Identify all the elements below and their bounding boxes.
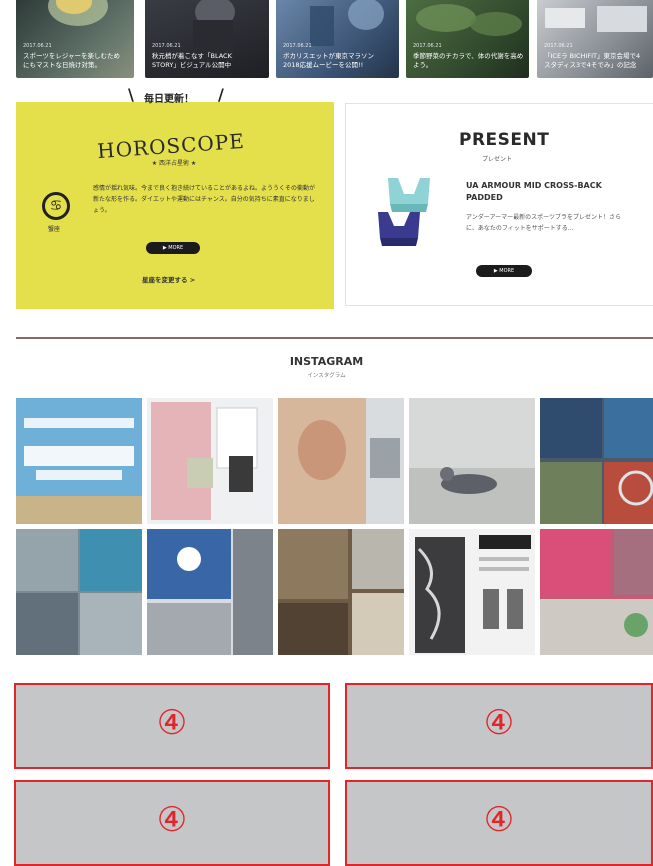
ad-number: ④ (156, 800, 188, 840)
article-title: ボカリスエットが東京マラソン 2018応援ムービーを公開!! (283, 52, 374, 69)
article-title: 「ICEラ BICHIFIT」東京会場で4 スタディス3で4そでみ」の記念 (544, 52, 641, 69)
sign-name: 蟹座 (48, 226, 61, 233)
ad-number: ④ (483, 800, 515, 840)
article-caption: 2017.06.21 ボカリスエットが東京マラソン 2018応援ムービーを公開!… (283, 42, 394, 70)
article-title: 秋元梢が着こなす「BLACK STORY」ビジュアル公開中 (152, 52, 232, 69)
horoscope-more-button[interactable]: ▶ MORE (146, 242, 200, 254)
ad-number: ④ (156, 703, 188, 743)
ad-placeholder[interactable]: ④ (14, 683, 330, 769)
instagram-image (409, 529, 535, 655)
present-product-name[interactable]: UA ARMOUR MID CROSS-BACK PADDED (466, 180, 636, 204)
ad-number: ④ (483, 703, 515, 743)
article-caption: 2017.06.21 秋元梢が着こなす「BLACK STORY」ビジュアル公開中 (152, 42, 264, 70)
ad-placeholder[interactable]: ④ (14, 780, 330, 866)
article-thumbnail-row: 2017.06.21 スポーツをレジャーを楽しむため にもマストな日焼け対策。 … (0, 0, 653, 78)
article-date: 2017.06.21 (413, 43, 442, 49)
article-thumbnail[interactable]: 2017.06.21 秋元梢が着こなす「BLACK STORY」ビジュアル公開中 (145, 0, 269, 78)
sign-symbol: ♋ (49, 198, 63, 214)
instagram-post[interactable] (540, 398, 653, 524)
horoscope-text: 感情が揺れ気味。今まで良く抱き続けていることがあるよね。よううくその衝動が新たな… (93, 185, 316, 214)
instagram-post[interactable] (409, 529, 535, 655)
instagram-post[interactable] (278, 529, 404, 655)
slash-decoration: \ (128, 85, 134, 104)
change-sign-link[interactable]: 星座を変更する > (142, 274, 195, 284)
article-caption: 2017.06.21 スポーツをレジャーを楽しむため にもマストな日焼け対策。 (23, 42, 129, 70)
article-title: スポーツをレジャーを楽しむため にもマストな日焼け対策。 (23, 52, 121, 69)
present-subtitle: プレゼント (482, 156, 513, 163)
cancer-sign-icon[interactable]: ♋ (42, 192, 70, 220)
article-title: 季節野菜のチカラで、体の代謝を高め よう。 (413, 52, 524, 69)
ad-placeholder[interactable]: ④ (345, 780, 653, 866)
daily-update-tag: \ 毎日更新！ / (122, 86, 232, 106)
instagram-image (16, 529, 142, 655)
article-thumbnail[interactable]: 2017.06.21 ボカリスエットが東京マラソン 2018応援ムービーを公開!… (276, 0, 399, 78)
instagram-subtitle: インスタグラム (307, 373, 346, 379)
article-caption: 2017.06.21 「ICEラ BICHIFIT」東京会場で4 スタディス3で… (544, 42, 648, 70)
sports-bra-image[interactable] (370, 168, 460, 258)
article-date: 2017.06.21 (23, 43, 52, 49)
instagram-image (278, 398, 404, 524)
instagram-image (540, 398, 653, 524)
instagram-image (409, 398, 535, 524)
ad-placeholder[interactable]: ④ (345, 683, 653, 769)
article-date: 2017.06.21 (283, 43, 312, 49)
instagram-post[interactable] (278, 398, 404, 524)
instagram-post[interactable] (540, 529, 653, 655)
instagram-image (540, 529, 653, 655)
article-thumbnail[interactable]: 2017.06.21 「ICEラ BICHIFIT」東京会場で4 スタディス3で… (537, 0, 653, 78)
daily-update-label: 毎日更新！ (144, 94, 194, 105)
section-divider (16, 337, 653, 339)
instagram-image (147, 529, 273, 655)
instagram-post[interactable] (147, 529, 273, 655)
article-date: 2017.06.21 (152, 43, 181, 49)
instagram-image (278, 529, 404, 655)
instagram-post[interactable] (147, 398, 273, 524)
instagram-image (147, 398, 273, 524)
present-title: PRESENT (459, 130, 550, 150)
article-thumbnail[interactable]: 2017.06.21 スポーツをレジャーを楽しむため にもマストな日焼け対策。 (16, 0, 134, 78)
slash-decoration: / (218, 85, 224, 104)
instagram-post[interactable] (16, 529, 142, 655)
article-date: 2017.06.21 (544, 43, 573, 49)
horoscope-subtitle: ★ 西洋占星術 ★ (151, 160, 197, 167)
article-caption: 2017.06.21 季節野菜のチカラで、体の代謝を高め よう。 (413, 42, 524, 70)
article-thumbnail[interactable]: 2017.06.21 季節野菜のチカラで、体の代謝を高め よう。 (406, 0, 529, 78)
present-description: アンダーアーマー最新のスポーツブラをプレゼント！さらに、あなたのフィットをサポー… (466, 214, 622, 232)
present-more-button[interactable]: ▶ MORE (476, 265, 532, 277)
instagram-post[interactable] (409, 398, 535, 524)
instagram-post[interactable] (16, 398, 142, 524)
instagram-title: INSTAGRAM (289, 355, 364, 368)
instagram-image (16, 398, 142, 524)
